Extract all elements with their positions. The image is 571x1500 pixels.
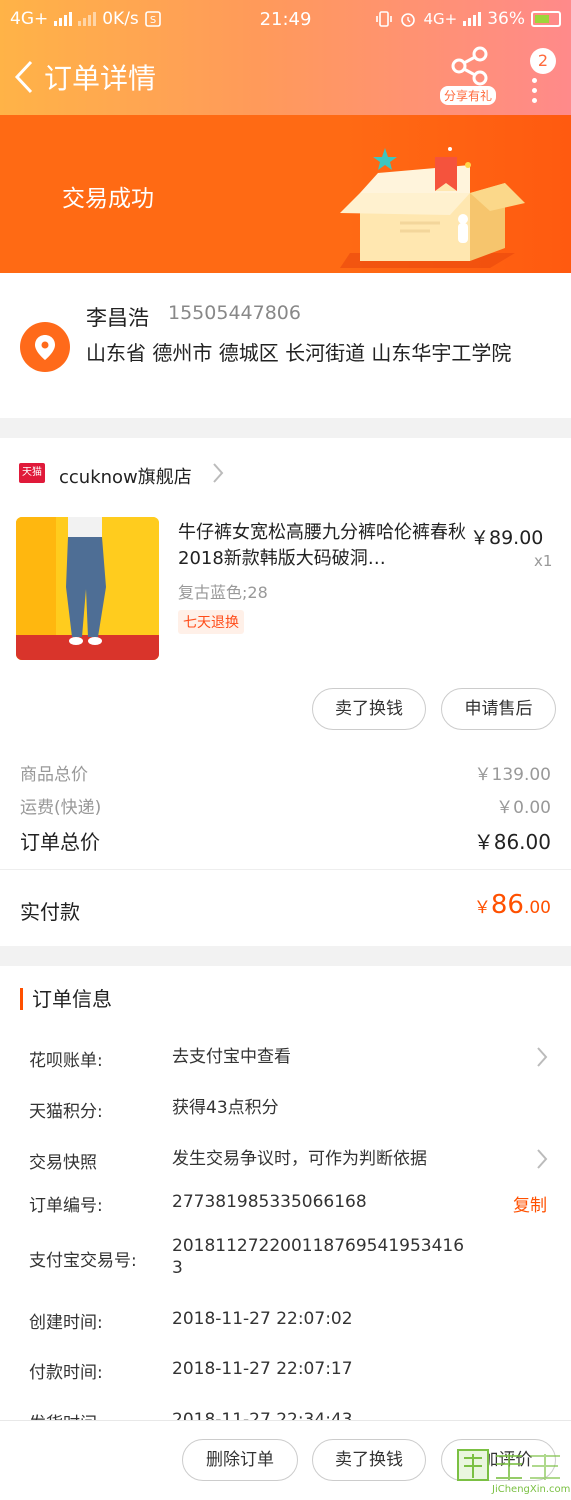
more-dots-icon [532,78,537,108]
shipping-label: 运费(快递) [20,798,102,818]
share-icon [451,46,488,86]
sell-button[interactable]: 卖了换钱 [312,1439,426,1481]
navbar: 订单详情 分享有礼 2 [0,38,571,115]
info-label: 创建时间: [29,1313,103,1333]
order-info-heading: 订单信息 [20,988,112,1010]
info-label: 交易快照 [29,1153,97,1173]
after-sale-button[interactable]: 申请售后 [441,688,556,730]
product-quantity: x1 [534,552,553,570]
info-label: 发货时间: [29,1409,103,1420]
watermark-text: JiChengXin.com [492,1484,571,1495]
back-button[interactable] [4,47,44,107]
shipping-value: ￥0.00 [496,798,551,818]
recipient-address: 山东省 德州市 德城区 长河街道 山东华宇工学院 [86,341,512,365]
info-value: 去支付宝中查看 [172,1047,291,1067]
sell-item-button[interactable]: 卖了换钱 [312,688,426,730]
shipping-row: 运费(快递) ￥0.00 [20,793,551,818]
info-value: 发生交易争议时，可作为判断依据 [172,1149,427,1169]
info-value: 2018112722001187695419534163 [172,1236,465,1278]
order-total-label: 订单总价 [20,830,100,854]
paid-label: 实付款 [20,900,80,924]
info-value: 获得43点积分 [172,1098,279,1118]
order-total-row: 订单总价 ￥86.00 [20,826,551,855]
copy-button[interactable]: 复制 [513,1191,547,1216]
order-status: 交易成功 [62,186,154,212]
info-value: 2018-11-27 22:34:43 [172,1410,353,1420]
paid-decimal: .00 [523,898,551,918]
location-pin-icon [20,322,70,372]
info-value: 277381985335066168 [172,1192,367,1212]
share-gift-tag: 分享有礼 [440,86,497,105]
package-box-icon [340,147,525,268]
header: 4G+ 0K/s S 21:49 4G+ 36% 订单详情 分享有礼 2 [0,0,571,115]
goods-total-value: ￥139.00 [474,765,551,785]
order-card: 天猫 ccuknow旗舰店 牛仔裤女宽松高腰九分裤哈伦裤春秋2018新款韩版大码… [0,438,571,946]
info-label: 支付宝交易号: [29,1251,137,1271]
order-info-card: 订单信息 花呗账单: 去支付宝中查看 天猫积分: 获得43点积分 交易快照 发生… [0,966,571,1420]
battery-icon [531,11,561,27]
goods-total-label: 商品总价 [20,765,88,785]
chevron-right-icon [537,1149,548,1169]
chevron-right-icon [537,1047,548,1067]
recipient-phone: 15505447806 [168,302,301,324]
info-value: 2018-11-27 22:07:02 [172,1309,353,1329]
paid-currency: ￥ [473,898,491,918]
recipient-name: 李昌浩 [86,306,149,330]
more-button[interactable]: 2 [524,48,558,108]
info-label: 付款时间: [29,1363,103,1383]
page-title: 订单详情 [44,61,157,95]
product-title[interactable]: 牛仔裤女宽松高腰九分裤哈伦裤春秋2018新款韩版大码破洞… [178,520,468,572]
delete-order-button[interactable]: 删除订单 [182,1439,298,1481]
order-total-value: ￥86.00 [473,830,551,854]
product-price: ￥89.00 [470,527,544,549]
status-bar: 4G+ 0K/s S 21:49 4G+ 36% [0,0,571,38]
tmall-badge: 天猫 [19,463,45,483]
info-value: 2018-11-27 22:07:17 [172,1359,353,1379]
info-label: 花呗账单: [29,1051,103,1071]
goods-total-row: 商品总价 ￥139.00 [20,760,551,785]
info-label: 订单编号: [29,1196,103,1216]
product-image[interactable] [16,517,159,660]
chevron-left-icon [14,60,33,93]
clock: 21:49 [259,9,312,30]
shop-row[interactable]: 天猫 ccuknow旗舰店 [0,438,571,508]
status-banner: 交易成功 [0,115,571,273]
paid-integer: 86 [490,890,524,920]
product-spec: 复古蓝色;28 [178,583,268,602]
divider [0,869,571,870]
shop-name: ccuknow旗舰店 [59,467,192,488]
share-button[interactable]: 分享有礼 [440,46,498,105]
info-label: 天猫积分: [29,1102,103,1122]
return-policy-tag: 七天退换 [178,610,244,634]
chevron-right-icon [213,463,224,483]
paid-amount: ￥86.00 [474,890,551,920]
message-badge: 2 [530,48,556,74]
